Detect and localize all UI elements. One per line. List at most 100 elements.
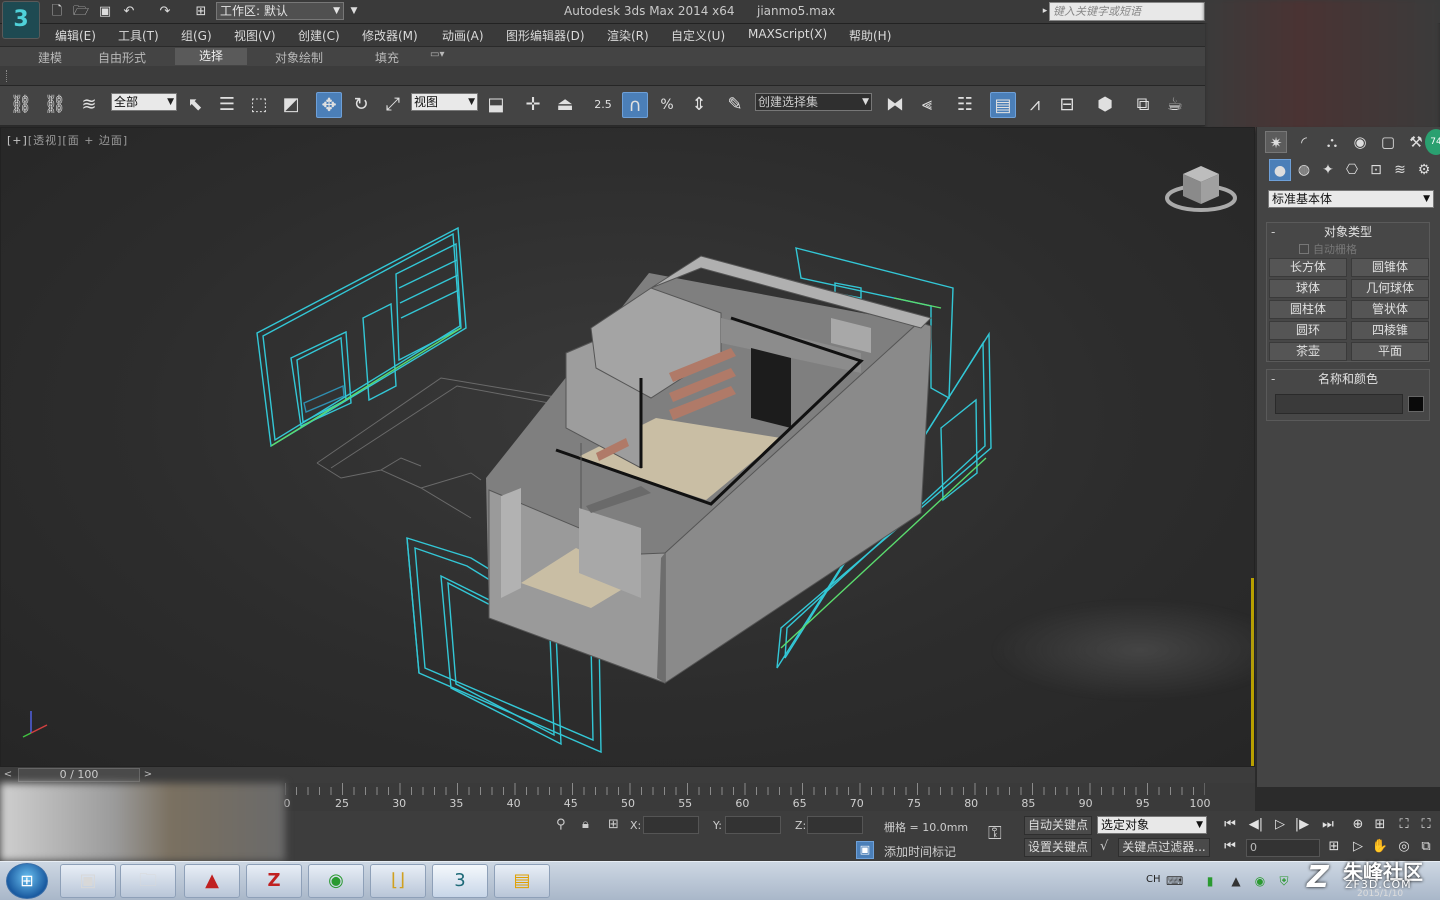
go-to-end-icon[interactable]: ⏭ — [1316, 815, 1340, 835]
taskbar-app-video-icon[interactable]: ▣ — [60, 864, 116, 898]
maximize-viewport-icon[interactable]: ⧉ — [1414, 837, 1438, 857]
taskbar-3dsmax-icon[interactable]: 3 — [432, 864, 488, 898]
object-type-title[interactable]: - 对象类型 — [1267, 223, 1429, 241]
object-name-field[interactable] — [1275, 394, 1403, 414]
menu-group[interactable]: 组(G) — [181, 27, 212, 44]
pyramid-button[interactable]: 四棱锥 — [1351, 321, 1429, 340]
percent-snap-icon[interactable]: % — [654, 92, 680, 118]
pan-view-icon[interactable]: ✋ — [1368, 837, 1392, 857]
plane-button[interactable]: 平面 — [1351, 342, 1429, 361]
ribbon-options-icon[interactable]: ▭▾ — [430, 49, 444, 60]
undo-icon[interactable]: ↶ — [120, 3, 138, 20]
curve-editor-icon[interactable]: ⩘ — [1022, 92, 1048, 118]
render-setup-icon[interactable]: ⧉ — [1130, 92, 1156, 118]
start-button[interactable]: ⊞ — [6, 863, 48, 899]
auto-key-button[interactable]: 自动关键点 — [1024, 816, 1092, 835]
select-and-rotate-icon[interactable]: ↻ — [348, 92, 374, 118]
workspace-menu-icon[interactable]: ▼ — [345, 3, 363, 20]
menu-customize[interactable]: 自定义(U) — [671, 27, 725, 44]
select-object-icon[interactable]: ⬉ — [182, 92, 208, 118]
bind-space-warp-icon[interactable]: ≋ — [76, 92, 102, 118]
geosphere-button[interactable]: 几何球体 — [1351, 279, 1429, 298]
lights-icon[interactable]: ✦ — [1317, 159, 1339, 181]
z-coordinate-field[interactable] — [807, 816, 863, 834]
next-key-icon[interactable]: |▶ — [1290, 815, 1314, 835]
set-key-button[interactable]: 设置关键点 — [1024, 838, 1092, 857]
taskbar-autocad-icon[interactable]: ▲ — [184, 864, 240, 898]
angle-snap-icon[interactable]: ∩ — [622, 92, 648, 118]
menu-graph-editors[interactable]: 图形编辑器(D) — [506, 27, 585, 44]
tab-object-paint[interactable]: 对象绘制 — [275, 49, 323, 66]
security-icon[interactable]: ⛨ — [1276, 873, 1292, 889]
go-to-start-icon[interactable]: ⏮ — [1218, 815, 1242, 835]
taskbar-browser-icon[interactable]: ◉ — [308, 864, 364, 898]
menu-maxscript[interactable]: MAXScript(X) — [748, 27, 827, 41]
battery-icon[interactable]: ▮ — [1202, 873, 1218, 889]
tray-app-icon[interactable]: ◉ — [1252, 873, 1268, 889]
search-input[interactable]: 键入关键字或短语 — [1049, 2, 1205, 21]
utilities-tab-icon[interactable]: ⚒ — [1405, 131, 1427, 153]
tab-modeling[interactable]: 建模 — [38, 49, 62, 66]
name-and-color-title[interactable]: - 名称和颜色 — [1267, 370, 1429, 388]
scene-explorer-icon[interactable]: ▤ — [990, 92, 1016, 118]
torus-button[interactable]: 圆环 — [1269, 321, 1347, 340]
menu-create[interactable]: 创建(C) — [298, 27, 340, 44]
redo-icon[interactable]: ↷ — [156, 3, 174, 20]
window-crossing-icon[interactable]: ◩ — [278, 92, 304, 118]
keyboard-shortcut-override-icon[interactable]: ⏏ — [552, 92, 578, 118]
sphere-button[interactable]: 球体 — [1269, 279, 1347, 298]
time-configuration-icon[interactable]: ⊞ — [1322, 837, 1346, 857]
set-key-icon[interactable]: ⚿ — [988, 823, 1002, 844]
previous-key-icon[interactable]: ◀| — [1244, 815, 1268, 835]
autogrid-checkbox[interactable]: 自动栅格 — [1299, 241, 1357, 257]
lock-icon[interactable]: 🔒︎ — [582, 817, 589, 832]
isolate-icon[interactable]: ⚲ — [556, 817, 566, 832]
selection-filter-dropdown[interactable]: 全部 ▼ — [111, 93, 177, 111]
x-coordinate-field[interactable] — [643, 816, 699, 834]
select-and-move-icon[interactable]: ✥ — [316, 92, 342, 118]
schematic-view-icon[interactable]: ⊟ — [1054, 92, 1080, 118]
notification-badge[interactable]: 74 — [1425, 129, 1440, 155]
ribbon-grip[interactable] — [6, 70, 9, 82]
tray-expand-icon[interactable]: ▲ — [1228, 873, 1244, 889]
project-folder-icon[interactable]: ⊞ — [192, 3, 210, 20]
key-selection-dropdown[interactable]: 选定对象 ▼ — [1097, 816, 1207, 834]
y-coordinate-field[interactable] — [725, 816, 781, 834]
time-slider[interactable]: < 0 / 100 > — [0, 767, 1255, 783]
render-teapot-icon[interactable]: ☕ — [1162, 92, 1188, 118]
mirror-icon[interactable]: ⧓ — [882, 92, 908, 118]
app-logo-button[interactable]: 3 — [2, 1, 40, 39]
cylinder-button[interactable]: 圆柱体 — [1269, 300, 1347, 319]
play-icon[interactable]: ▷ — [1268, 815, 1292, 835]
current-frame-field[interactable]: 0 — [1246, 839, 1320, 857]
add-time-tag-button[interactable]: 添加时间标记 — [884, 843, 956, 860]
menu-modifiers[interactable]: 修改器(M) — [362, 27, 418, 44]
open-file-icon[interactable]: 🗁 — [72, 3, 90, 20]
key-mode-toggle-icon[interactable]: ⏮ — [1218, 837, 1242, 857]
geometry-category-dropdown[interactable]: 标准基本体 ▼ — [1268, 190, 1434, 208]
unlink-icon[interactable]: ⛓ — [42, 92, 68, 118]
zoom-all-icon[interactable]: ⊞ — [1368, 815, 1392, 835]
menu-rendering[interactable]: 渲染(R) — [607, 27, 649, 44]
space-warps-icon[interactable]: ≋ — [1389, 159, 1411, 181]
object-color-swatch[interactable] — [1408, 396, 1424, 412]
menu-animation[interactable]: 动画(A) — [442, 27, 484, 44]
taskbar-recorder-icon[interactable]: ⌊⌋ — [370, 864, 426, 898]
tube-button[interactable]: 管状体 — [1351, 300, 1429, 319]
teapot-button[interactable]: 茶壶 — [1269, 342, 1347, 361]
orbit-icon[interactable]: ◎ — [1392, 837, 1416, 857]
zoom-extents-all-icon[interactable]: ⛶ — [1414, 815, 1438, 835]
zoom-extents-icon[interactable]: ⛶ — [1392, 815, 1416, 835]
rectangular-selection-icon[interactable]: ⬚ — [246, 92, 272, 118]
select-and-link-icon[interactable]: ⛓ — [8, 92, 34, 118]
zoom-icon[interactable]: ⊕ — [1346, 815, 1370, 835]
taskbar-z-app-icon[interactable]: Z — [246, 864, 302, 898]
key-filters-button[interactable]: 关键点过滤器... — [1118, 838, 1210, 857]
modify-tab-icon[interactable]: ◜ — [1293, 131, 1315, 153]
align-icon[interactable]: ⫷ — [914, 92, 940, 118]
shapes-icon[interactable]: ◍ — [1293, 159, 1315, 181]
snap-toggle-icon[interactable]: 2.5 — [590, 92, 616, 118]
tab-populate[interactable]: 填充 — [375, 49, 399, 66]
absolute-mode-icon[interactable]: ⊞ — [608, 817, 619, 832]
input-language[interactable]: CH — [1146, 874, 1161, 885]
